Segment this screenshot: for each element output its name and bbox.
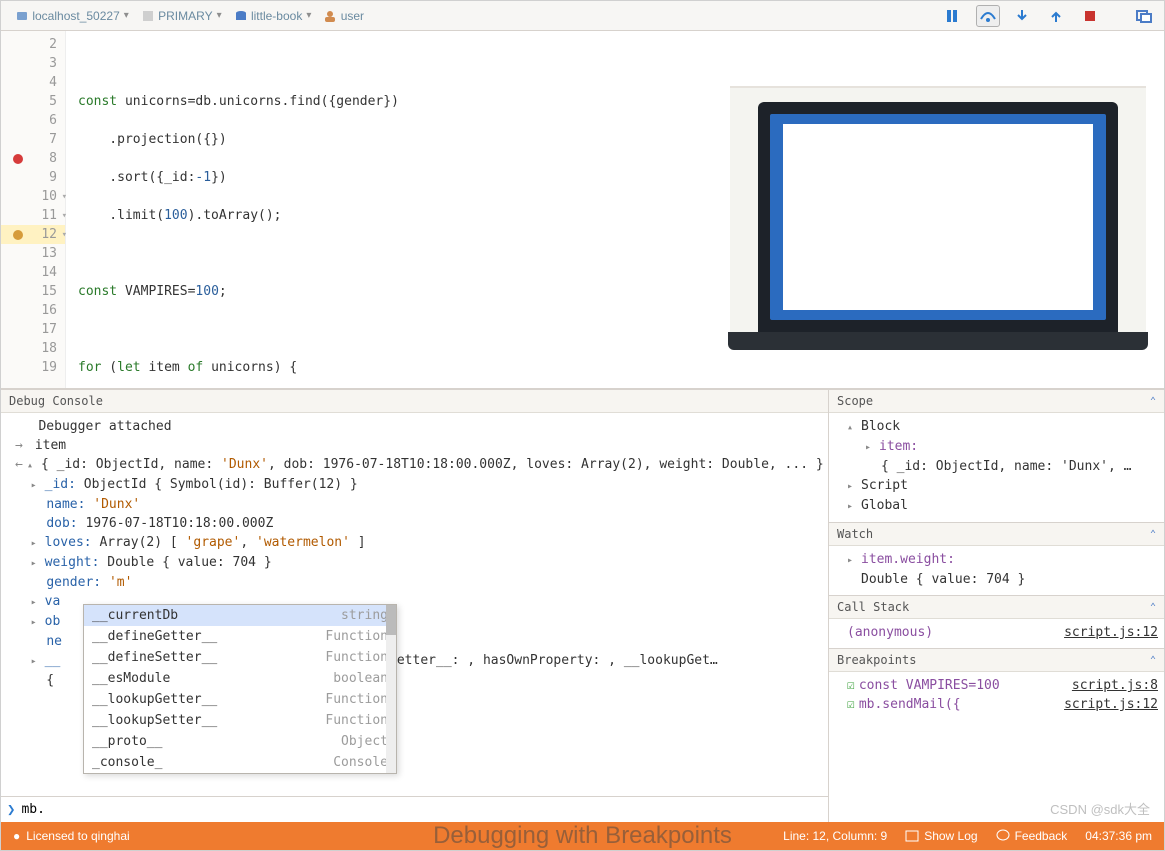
promo-laptop-image: [730, 86, 1146, 346]
checkbox-icon[interactable]: ☑: [847, 676, 855, 695]
connection-crumb[interactable]: localhost_50227 ▾: [9, 5, 135, 27]
resume-button[interactable]: [942, 5, 966, 27]
breakpoints-header[interactable]: Breakpoints⌃: [829, 649, 1164, 672]
breakpoint-row[interactable]: ☑const VAMPIRES=100script.js:8: [847, 676, 1158, 695]
completion-scrollbar[interactable]: [386, 605, 396, 773]
role-crumb[interactable]: PRIMARY ▾: [135, 5, 228, 27]
callstack-frame[interactable]: (anonymous): [847, 623, 933, 642]
collapse-icon[interactable]: ⌃: [1150, 602, 1156, 613]
collapse-icon[interactable]: ⌃: [1150, 655, 1156, 666]
cursor-position: Line: 12, Column: 9: [783, 829, 887, 843]
console-input[interactable]: [21, 802, 822, 817]
debug-console-header[interactable]: Debug Console: [1, 390, 828, 413]
database-label: little-book: [251, 9, 302, 23]
show-log-button[interactable]: Show Log: [905, 829, 977, 843]
chevron-down-icon: ▾: [306, 10, 311, 21]
editor-gutter: 2 3 4 5 6 7 8 9 10▾ 11▾ 12▾ 13 14 15 16 …: [1, 31, 66, 388]
step-over-icon: [979, 9, 997, 23]
step-into-icon: [1015, 9, 1029, 23]
completion-item[interactable]: __defineGetter__Function: [84, 626, 396, 647]
fold-icon[interactable]: ▾: [62, 211, 67, 221]
feedback-button[interactable]: Feedback: [996, 829, 1068, 843]
role-label: PRIMARY: [158, 9, 212, 23]
checkbox-icon[interactable]: ☑: [847, 695, 855, 714]
user-label: user: [341, 9, 364, 23]
debug-console-title: Debug Console: [9, 394, 103, 408]
detach-icon: [1136, 9, 1152, 23]
completion-item[interactable]: __currentDbstring: [84, 605, 396, 626]
fold-icon[interactable]: ▾: [62, 230, 67, 240]
completion-item[interactable]: __proto__Object: [84, 731, 396, 752]
breakpoint-row[interactable]: ☑mb.sendMail({script.js:12: [847, 695, 1158, 714]
step-into-button[interactable]: [1010, 5, 1034, 27]
breakpoint-marker[interactable]: [13, 154, 23, 164]
log-icon: [905, 829, 919, 843]
top-toolbar: localhost_50227 ▾ PRIMARY ▾ little-book …: [1, 1, 1164, 31]
prompt-icon: ❯: [7, 802, 15, 818]
step-out-icon: [1049, 9, 1063, 23]
breakpoint-location-link[interactable]: script.js:12: [1064, 695, 1158, 714]
connection-label: localhost_50227: [32, 9, 119, 23]
autocomplete-popup[interactable]: __currentDbstring __defineGetter__Functi…: [83, 604, 397, 774]
scope-header[interactable]: Scope⌃: [829, 390, 1164, 413]
completion-item[interactable]: __lookupGetter__Function: [84, 689, 396, 710]
completion-item[interactable]: __lookupSetter__Function: [84, 710, 396, 731]
watch-header[interactable]: Watch⌃: [829, 523, 1164, 546]
step-over-button[interactable]: [976, 5, 1000, 27]
stop-icon: [1083, 9, 1097, 23]
callstack-location-link[interactable]: script.js:12: [1064, 623, 1158, 642]
status-bar: ● Licensed to qinghai Line: 12, Column: …: [1, 822, 1164, 850]
watermark-text: CSDN @sdk大全: [1050, 799, 1150, 818]
console-input-bar: ❯: [1, 796, 828, 822]
database-crumb[interactable]: little-book ▾: [228, 5, 318, 27]
completion-item[interactable]: _console_Console: [84, 752, 396, 773]
fold-icon[interactable]: ▾: [62, 192, 67, 202]
current-line-marker[interactable]: [13, 230, 23, 240]
chevron-down-icon: ▾: [124, 10, 129, 21]
collapse-icon[interactable]: ⌃: [1150, 396, 1156, 407]
detach-button[interactable]: [1132, 5, 1156, 27]
completion-item[interactable]: __esModuleboolean: [84, 668, 396, 689]
code-editor[interactable]: 2 3 4 5 6 7 8 9 10▾ 11▾ 12▾ 13 14 15 16 …: [1, 31, 1164, 389]
stop-button[interactable]: [1078, 5, 1102, 27]
step-out-button[interactable]: [1044, 5, 1068, 27]
debug-console-body[interactable]: Debugger attached → item ←▴{ _id: Object…: [1, 413, 828, 796]
completion-item[interactable]: __defineSetter__Function: [84, 647, 396, 668]
license-text: Licensed to qinghai: [26, 829, 129, 843]
chevron-down-icon: ▾: [217, 10, 222, 21]
callstack-header[interactable]: Call Stack⌃: [829, 596, 1164, 619]
clock: 04:37:36 pm: [1085, 829, 1152, 843]
resume-icon: [946, 9, 962, 23]
collapse-icon[interactable]: ⌃: [1150, 529, 1156, 540]
chat-icon: [996, 829, 1010, 843]
breakpoint-location-link[interactable]: script.js:8: [1072, 676, 1158, 695]
user-crumb[interactable]: user: [317, 5, 370, 27]
